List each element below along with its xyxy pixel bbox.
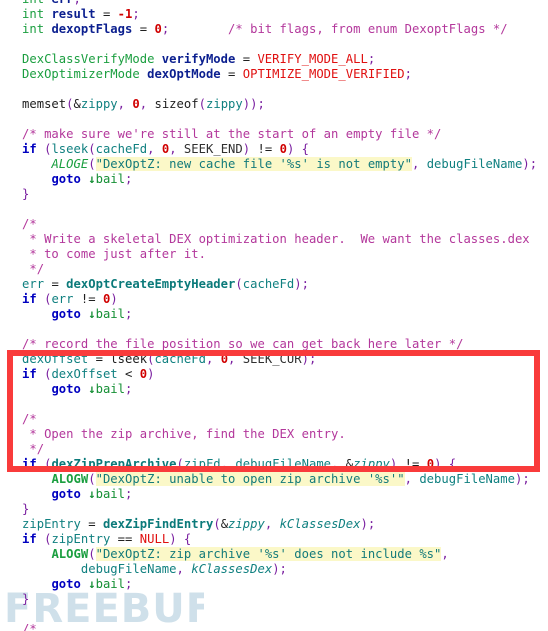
code-line: ALOGE("DexOptZ: new cache file '%s' is n… [51, 157, 538, 171]
code-line: goto ↓bail; [51, 577, 133, 591]
code-line: goto ↓bail; [51, 382, 133, 396]
code-line: goto ↓bail; [51, 172, 133, 186]
code-line: } [22, 502, 30, 516]
code-line: */ [22, 262, 45, 276]
code-line: ALOGW("DexOptZ: unable to open zip archi… [51, 472, 530, 486]
code-line: DexClassVerifyMode verifyMode = VERIFY_M… [22, 52, 376, 66]
code-line: * to come just after it. [22, 247, 206, 261]
code-line: * Open the zip archive, find the DEX ent… [22, 427, 346, 441]
code-line: goto ↓bail; [51, 487, 133, 501]
code-line: /* [22, 412, 37, 426]
code-line: if (zipEntry == NULL) { [22, 532, 192, 546]
code-line: if (lseek(cacheFd, 0, SEEK_END) != 0) { [22, 142, 310, 156]
code-block: int err; int result = -1; int dexoptFlag… [0, 0, 548, 631]
code-line: /* record the file position so we can ge… [22, 337, 464, 351]
code-line: dexOffset = lseek(cacheFd, 0, SEEK_CUR); [22, 352, 317, 366]
code-line: int err; [0, 0, 548, 7]
code-line: * Write a skeletal DEX optimization head… [22, 232, 530, 246]
code-line: debugFileName, kClassesDex); [80, 562, 287, 576]
code-line: if (dexZipPrepArchive(zipFd, debugFileNa… [22, 457, 457, 471]
code-line: } [22, 187, 30, 201]
code-line: int result = -1; [22, 7, 140, 21]
code-line: memset(&zippy, 0, sizeof(zippy)); [22, 97, 265, 111]
code-line: if (dexOffset < 0) [22, 367, 155, 381]
code-line: goto ↓bail; [51, 307, 133, 321]
code-line: int dexoptFlags = 0; /* bit flags, from … [22, 22, 508, 36]
code-line: zipEntry = dexZipFindEntry(&zippy, kClas… [22, 517, 376, 531]
code-line: /* [22, 622, 37, 631]
code-line: if (err != 0) [22, 292, 118, 306]
code-line: */ [22, 442, 45, 456]
code-line: ALOGW("DexOptZ: zip archive '%s' does no… [51, 547, 449, 561]
code-line: } [22, 592, 30, 606]
code-line: /* [22, 217, 37, 231]
code-line: DexOptimizerMode dexOptMode = OPTIMIZE_M… [22, 67, 412, 81]
code-line: err = dexOptCreateEmptyHeader(cacheFd); [22, 277, 309, 291]
code-line: /* make sure we're still at the start of… [22, 127, 442, 141]
code-screenshot: FREEBUF int err; int result = -1; int de… [0, 0, 548, 631]
